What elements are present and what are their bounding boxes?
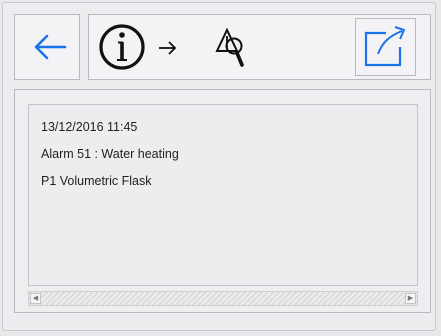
info-circle-icon [99, 24, 145, 70]
export-icon [364, 26, 405, 67]
arrow-right-icon [159, 41, 177, 55]
arrow-left-icon [34, 34, 67, 60]
alarm-description: Alarm 51 : Water heating [41, 147, 179, 161]
alarm-timestamp: 13/12/2016 11:45 [41, 120, 138, 134]
export-button[interactable] [355, 18, 416, 76]
alarm-details-text-area: 13/12/2016 11:45 Alarm 51 : Water heatin… [28, 104, 418, 286]
warning-magnifier-icon [215, 27, 244, 67]
scroll-right-button[interactable]: ▶ [405, 293, 416, 304]
alarm-product: P1 Volumetric Flask [41, 174, 152, 188]
back-button[interactable] [14, 14, 80, 80]
horizontal-scrollbar[interactable]: ◀ ▶ [28, 291, 418, 306]
scroll-left-button[interactable]: ◀ [30, 293, 41, 304]
